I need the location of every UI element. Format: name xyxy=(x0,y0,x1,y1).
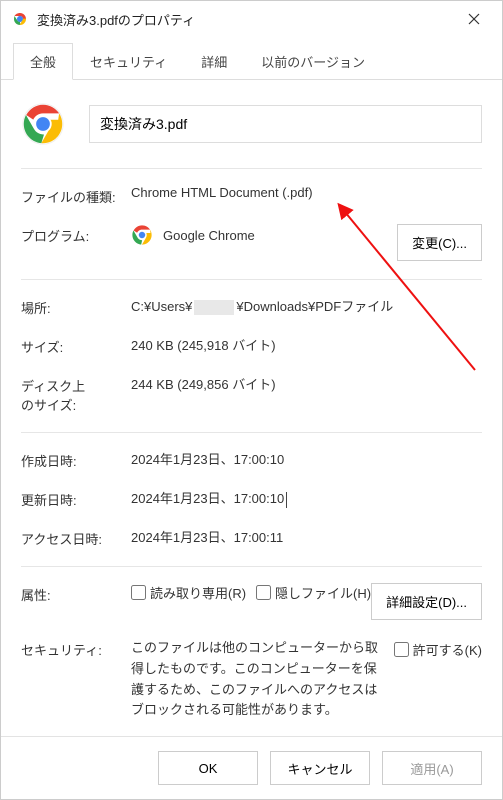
hidden-checkbox[interactable] xyxy=(256,585,271,600)
chrome-icon xyxy=(21,102,65,146)
location-suffix: ¥Downloads¥PDFファイル xyxy=(236,299,393,314)
label-size: サイズ: xyxy=(21,335,131,356)
row-created: 作成日時: 2024年1月23日、17:00:10 xyxy=(21,449,482,470)
allow-checkbox[interactable] xyxy=(394,642,409,657)
row-location: 場所: C:¥Users¥ ¥Downloads¥PDFファイル xyxy=(21,296,482,317)
tab-general[interactable]: 全般 xyxy=(13,43,73,80)
readonly-checkbox-wrap[interactable]: 読み取り専用(R) xyxy=(131,583,246,602)
tab-security[interactable]: セキュリティ xyxy=(73,43,184,79)
label-program: プログラム: xyxy=(21,224,131,245)
row-filetype: ファイルの種類: Chrome HTML Document (.pdf) xyxy=(21,185,482,206)
close-icon xyxy=(468,13,480,25)
value-accessed: 2024年1月23日、17:00:11 xyxy=(131,527,482,546)
redacted-username xyxy=(194,300,234,315)
security-text: このファイルは他のコンピューターから取得したものです。このコンピューターを保護す… xyxy=(131,638,384,721)
properties-window: 変換済み3.pdfのプロパティ 全般 セキュリティ 詳細 以前のバージョン xyxy=(0,0,503,800)
allow-checkbox-wrap[interactable]: 許可する(K) xyxy=(394,640,482,659)
chrome-icon xyxy=(11,10,29,28)
file-header xyxy=(21,102,482,146)
allow-label: 許可する(K) xyxy=(413,640,482,659)
value-disk-size: 244 KB (249,856 バイト) xyxy=(131,374,482,393)
divider xyxy=(21,168,482,169)
tab-content: ファイルの種類: Chrome HTML Document (.pdf) プログ… xyxy=(1,80,502,736)
advanced-button[interactable]: 詳細設定(D)... xyxy=(371,583,482,620)
hidden-checkbox-wrap[interactable]: 隠しファイル(H) xyxy=(256,583,371,602)
chrome-icon xyxy=(131,224,153,246)
readonly-label: 読み取り専用(R) xyxy=(150,583,246,602)
tab-bar: 全般 セキュリティ 詳細 以前のバージョン xyxy=(1,37,502,80)
value-size: 240 KB (245,918 バイト) xyxy=(131,335,482,354)
value-location: C:¥Users¥ ¥Downloads¥PDFファイル xyxy=(131,296,482,315)
label-modified: 更新日時: xyxy=(21,488,131,509)
label-accessed: アクセス日時: xyxy=(21,527,131,548)
titlebar: 変換済み3.pdfのプロパティ xyxy=(1,1,502,37)
change-button[interactable]: 変更(C)... xyxy=(397,224,482,261)
label-location: 場所: xyxy=(21,296,131,317)
label-filetype: ファイルの種類: xyxy=(21,185,131,206)
readonly-checkbox[interactable] xyxy=(131,585,146,600)
label-security: セキュリティ: xyxy=(21,638,131,659)
label-attributes: 属性: xyxy=(21,583,131,604)
row-security: セキュリティ: このファイルは他のコンピューターから取得したものです。このコンピ… xyxy=(21,638,482,721)
location-prefix: C:¥Users¥ xyxy=(131,299,192,314)
divider xyxy=(21,432,482,433)
row-modified: 更新日時: 2024年1月23日、17:00:10 xyxy=(21,488,482,509)
filename-input[interactable] xyxy=(89,105,482,143)
ok-button[interactable]: OK xyxy=(158,751,258,785)
window-title: 変換済み3.pdfのプロパティ xyxy=(37,10,454,29)
tab-previous-versions[interactable]: 以前のバージョン xyxy=(244,43,382,79)
tab-details[interactable]: 詳細 xyxy=(184,43,244,79)
row-accessed: アクセス日時: 2024年1月23日、17:00:11 xyxy=(21,527,482,548)
row-size: サイズ: 240 KB (245,918 バイト) xyxy=(21,335,482,356)
text-caret xyxy=(286,492,287,508)
hidden-label: 隠しファイル(H) xyxy=(275,583,371,602)
close-button[interactable] xyxy=(454,4,494,34)
value-modified: 2024年1月23日、17:00:10 xyxy=(131,488,482,508)
row-disk-size: ディスク上 のサイズ: 244 KB (249,856 バイト) xyxy=(21,374,482,414)
row-program: プログラム: Google Chrome 変更(C)... xyxy=(21,224,482,261)
label-disk-size: ディスク上 のサイズ: xyxy=(21,374,131,414)
divider xyxy=(21,566,482,567)
apply-button[interactable]: 適用(A) xyxy=(382,751,482,785)
dialog-footer: OK キャンセル 適用(A) xyxy=(1,736,502,799)
row-attributes: 属性: 読み取り専用(R) 隠しファイル(H) 詳細設定(D)... xyxy=(21,583,482,620)
value-created: 2024年1月23日、17:00:10 xyxy=(131,449,482,468)
value-filetype: Chrome HTML Document (.pdf) xyxy=(131,185,482,200)
value-program: Google Chrome xyxy=(163,228,255,243)
cancel-button[interactable]: キャンセル xyxy=(270,751,370,785)
divider xyxy=(21,279,482,280)
label-created: 作成日時: xyxy=(21,449,131,470)
